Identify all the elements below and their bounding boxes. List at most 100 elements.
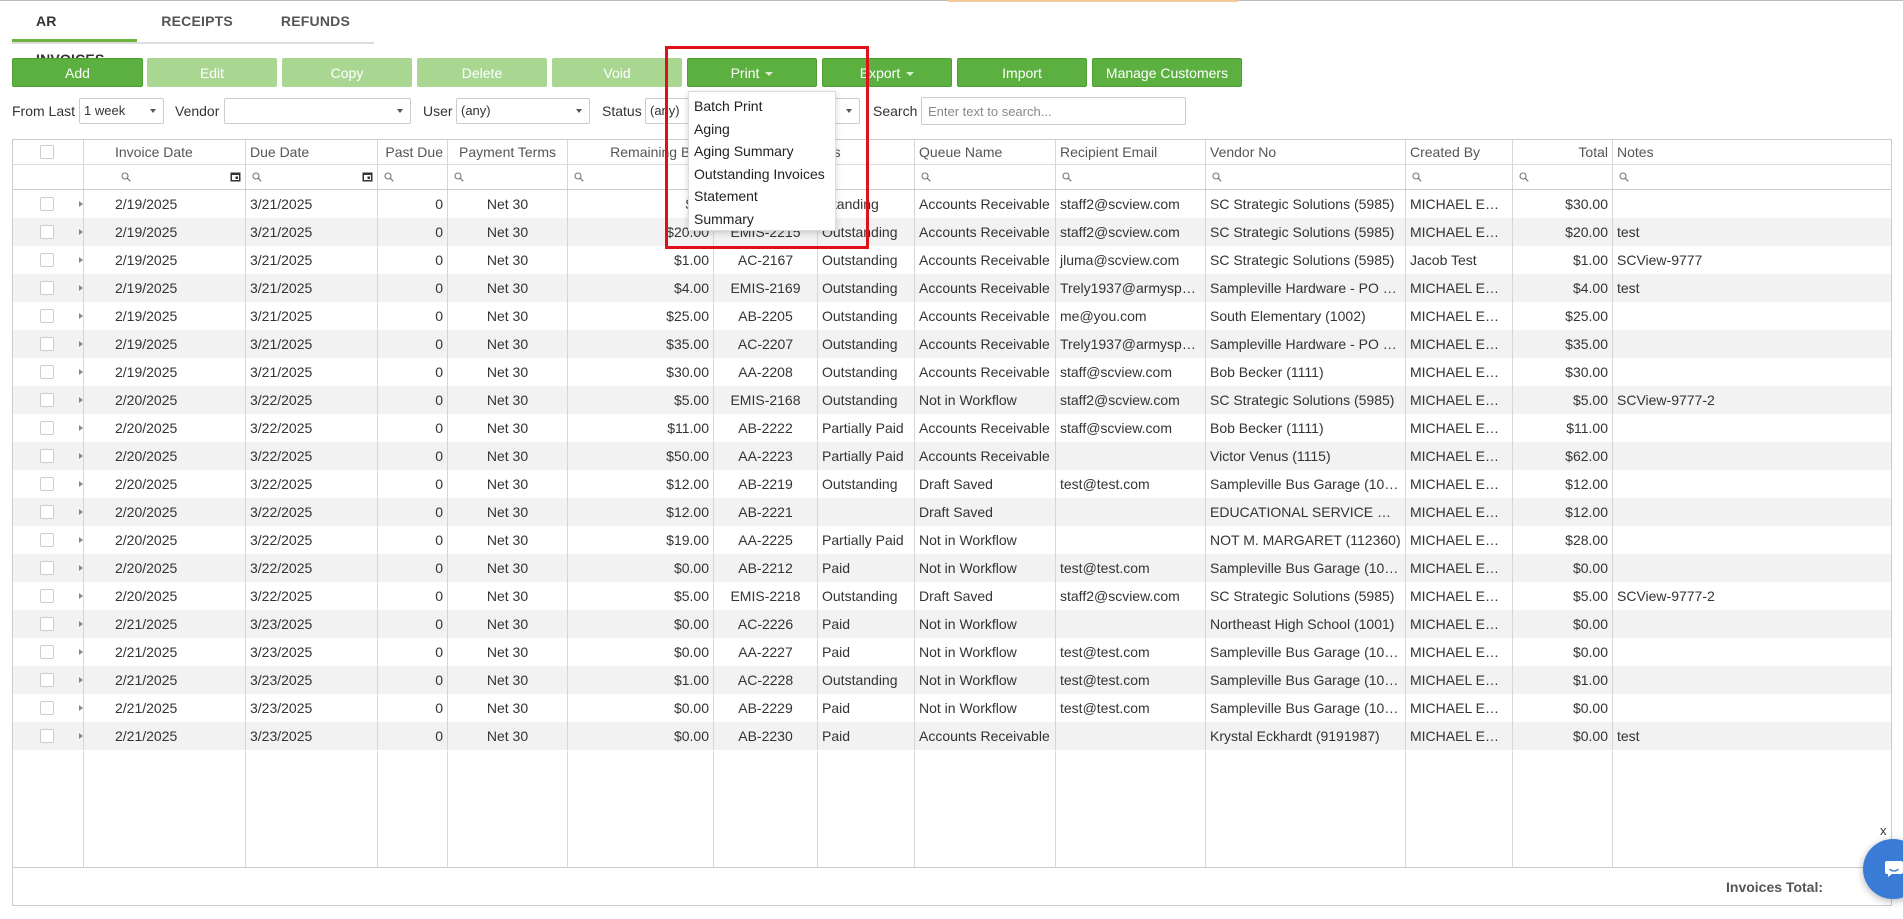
row-checkbox[interactable] [40,729,54,743]
row-checkbox[interactable] [40,589,54,603]
filter-cell-vendor-no[interactable] [1206,165,1406,189]
expand-icon[interactable] [79,285,83,291]
tab-receipts[interactable]: RECEIPTS [137,2,257,42]
table-row[interactable]: 2/19/2025 3/21/2025 0 Net 30 $4.00 EMIS-2169 O… [13,274,1891,302]
calendar-icon[interactable] [230,171,241,182]
table-row[interactable]: 2/19/2025 3/21/2025 0 Net 30 $35.00 AC-2207 Ou… [13,330,1891,358]
vendor-select[interactable] [224,98,411,124]
expand-icon[interactable] [79,733,83,739]
table-row[interactable]: 2/19/2025 3/21/2025 0 Net 30 $1.00 AC-2167 Out… [13,246,1891,274]
expand-icon[interactable] [79,313,83,319]
col-queue-name[interactable]: Queue Name [915,140,1056,164]
expand-icon[interactable] [79,705,83,711]
filter-cell-due-date[interactable] [246,165,378,189]
expand-icon[interactable] [79,397,83,403]
menu-item-outstanding-invoices[interactable]: Outstanding Invoices [689,163,835,186]
user-select[interactable]: (any) [456,98,590,124]
row-checkbox[interactable] [40,617,54,631]
row-checkbox[interactable] [40,393,54,407]
edit-button[interactable]: Edit [147,58,277,87]
expand-icon[interactable] [79,229,83,235]
row-checkbox[interactable] [40,477,54,491]
table-row[interactable]: 2/21/2025 3/23/2025 0 Net 30 $0.00 AB-2230 Pai… [13,722,1891,750]
col-recipient-email[interactable]: Recipient Email [1056,140,1206,164]
table-row[interactable]: 2/20/2025 3/22/2025 0 Net 30 $5.00 EMIS-2168 O… [13,386,1891,414]
col-due-date[interactable]: Due Date [246,140,378,164]
filter-cell-payment-terms[interactable] [448,165,568,189]
table-row[interactable]: 2/21/2025 3/23/2025 0 Net 30 $0.00 AB-2229 Pai… [13,694,1891,722]
row-checkbox[interactable] [40,505,54,519]
table-row[interactable]: 2/21/2025 3/23/2025 0 Net 30 $1.00 AC-2228 Out… [13,666,1891,694]
void-button[interactable]: Void [552,58,682,87]
col-total[interactable]: Total [1513,140,1613,164]
table-row[interactable]: 2/20/2025 3/22/2025 0 Net 30 $50.00 AA-2223 Pa… [13,442,1891,470]
export-button[interactable]: Export [822,58,952,87]
table-row[interactable]: 2/19/2025 3/21/2025 0 Net 30 $30.00 AA-2208 Ou… [13,358,1891,386]
row-checkbox[interactable] [40,645,54,659]
row-checkbox[interactable] [40,701,54,715]
expand-icon[interactable] [79,649,83,655]
expand-icon[interactable] [79,425,83,431]
expand-icon[interactable] [79,201,83,207]
expand-icon[interactable] [79,453,83,459]
add-button[interactable]: Add [12,58,143,87]
filter-cell-total[interactable] [1513,165,1613,189]
chat-close-button[interactable]: x [1880,823,1887,838]
filter-cell-notes[interactable] [1613,165,1891,189]
col-payment-terms[interactable]: Payment Terms [448,140,568,164]
from-last-select[interactable]: 1 week [79,98,164,124]
table-row[interactable]: 2/20/2025 3/22/2025 0 Net 30 $0.00 AB-2212 Pai… [13,554,1891,582]
table-row[interactable]: 2/20/2025 3/22/2025 0 Net 30 $11.00 AB-2222 Pa… [13,414,1891,442]
menu-item-summary[interactable]: Summary [689,208,835,231]
filter-cell-recipient-email[interactable] [1056,165,1206,189]
menu-item-batch-print[interactable]: Batch Print [689,95,835,118]
manage-customers-button[interactable]: Manage Customers [1092,58,1242,87]
table-row[interactable]: 2/20/2025 3/22/2025 0 Net 30 $5.00 EMIS-2218 O… [13,582,1891,610]
row-checkbox[interactable] [40,365,54,379]
row-checkbox[interactable] [40,197,54,211]
filter-cell-created-by[interactable] [1406,165,1513,189]
expand-icon[interactable] [79,257,83,263]
expand-icon[interactable] [79,341,83,347]
table-row[interactable]: 2/19/2025 3/21/2025 0 Net 30 $25.00 AB-2205 Ou… [13,302,1891,330]
table-row[interactable]: 2/20/2025 3/22/2025 0 Net 30 $12.00 AB-2219 Ou… [13,470,1891,498]
row-checkbox[interactable] [40,337,54,351]
print-button[interactable]: Print [687,58,817,87]
table-row[interactable]: 2/20/2025 3/22/2025 0 Net 30 $19.00 AA-2225 Pa… [13,526,1891,554]
tab-refunds[interactable]: REFUNDS [257,2,374,42]
row-checkbox[interactable] [40,561,54,575]
col-notes[interactable]: Notes [1613,140,1891,164]
expand-icon[interactable] [79,593,83,599]
row-checkbox[interactable] [40,673,54,687]
expand-icon[interactable] [79,481,83,487]
table-row[interactable]: 2/21/2025 3/23/2025 0 Net 30 $0.00 AA-2227 Pai… [13,638,1891,666]
row-checkbox[interactable] [40,309,54,323]
row-checkbox[interactable] [40,281,54,295]
tab-ar-invoices[interactable]: AR INVOICES [12,2,138,67]
select-all-checkbox[interactable] [40,145,54,159]
calendar-icon[interactable] [362,171,373,182]
expand-icon[interactable] [79,621,83,627]
search-input[interactable] [921,97,1186,125]
filter-cell-past-due[interactable] [378,165,448,189]
row-checkbox[interactable] [40,421,54,435]
delete-button[interactable]: Delete [417,58,547,87]
table-row[interactable]: 2/20/2025 3/22/2025 0 Net 30 $12.00 AB-2221 Dr… [13,498,1891,526]
row-checkbox[interactable] [40,533,54,547]
expand-icon[interactable] [79,537,83,543]
menu-item-aging[interactable]: Aging [689,118,835,141]
row-checkbox[interactable] [40,253,54,267]
row-checkbox[interactable] [40,449,54,463]
col-created-by[interactable]: Created By [1406,140,1513,164]
col-vendor-no[interactable]: Vendor No [1206,140,1406,164]
table-row[interactable]: 2/19/20253/21/20250Net 30$30tstandingAcc… [13,190,1891,218]
col-past-due[interactable]: Past Due [378,140,448,164]
table-row[interactable]: 2/19/2025 3/21/2025 0 Net 30 $20.00 EMIS-2215… [13,218,1891,246]
menu-item-aging-summary[interactable]: Aging Summary [689,140,835,163]
import-button[interactable]: Import [957,58,1087,87]
copy-button[interactable]: Copy [282,58,412,87]
expand-icon[interactable] [79,509,83,515]
row-checkbox[interactable] [40,225,54,239]
col-invoice-date[interactable]: Invoice Date [84,140,246,164]
filter-cell-queue-name[interactable] [915,165,1056,189]
